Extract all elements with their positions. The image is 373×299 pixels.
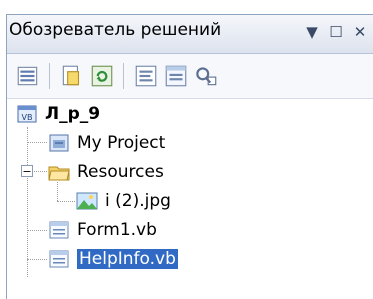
show-all-files-icon[interactable] [59, 63, 85, 89]
vb-form-icon [49, 221, 69, 239]
tree-connector [57, 201, 75, 202]
vb-form-icon [49, 250, 69, 268]
my-project-icon [49, 134, 69, 152]
tree-item-my-project[interactable]: My Project [47, 128, 165, 158]
solution-tree: VB Л_р_9 My Project − Resources i (2).jp… [7, 99, 373, 299]
folder-open-icon [48, 166, 70, 181]
pin-dropdown-icon[interactable]: ▼ [301, 21, 323, 43]
class-diagram-icon[interactable] [193, 63, 219, 89]
close-icon[interactable]: ✕ [349, 21, 371, 43]
tree-item-resources[interactable]: Resources [47, 157, 164, 187]
panel-titlebar[interactable]: Обозреватель решений ▼ ☐ ✕ [7, 15, 373, 54]
expander-minus-icon[interactable]: − [21, 165, 33, 177]
panel-title: Обозреватель решений [9, 20, 222, 40]
tree-project-node[interactable]: VB Л_р_9 [15, 99, 100, 129]
restore-icon[interactable]: ☐ [325, 21, 347, 43]
tree-item-helpinfo[interactable]: HelpInfo.vb [47, 244, 178, 274]
toolbar-separator [49, 63, 50, 89]
project-name: Л_р_9 [45, 104, 101, 124]
tree-connector [27, 142, 47, 143]
tree-item-label-selected: HelpInfo.vb [77, 249, 178, 269]
image-file-icon [76, 192, 98, 210]
tree-connector [27, 127, 28, 277]
vb-project-icon: VB [17, 105, 37, 123]
tree-item-form1[interactable]: Form1.vb [47, 215, 157, 245]
tree-item-label: Form1.vb [77, 220, 157, 240]
refresh-icon[interactable] [89, 63, 115, 89]
tree-item-label: Resources [77, 162, 164, 182]
toolbar-separator [123, 63, 124, 89]
solution-toolbar [7, 54, 373, 99]
tree-connector [27, 259, 47, 260]
svg-text:VB: VB [22, 113, 33, 122]
properties-icon[interactable] [15, 63, 41, 89]
view-code-icon[interactable] [133, 63, 159, 89]
view-designer-icon[interactable] [163, 63, 189, 89]
tree-item-image-file[interactable]: i (2).jpg [75, 186, 171, 216]
solution-explorer-panel: Обозреватель решений ▼ ☐ ✕ VB Л_р_9 My P… [6, 14, 373, 299]
tree-connector [27, 230, 47, 231]
tree-item-label: My Project [77, 133, 166, 153]
tree-item-label: i (2).jpg [105, 191, 171, 211]
